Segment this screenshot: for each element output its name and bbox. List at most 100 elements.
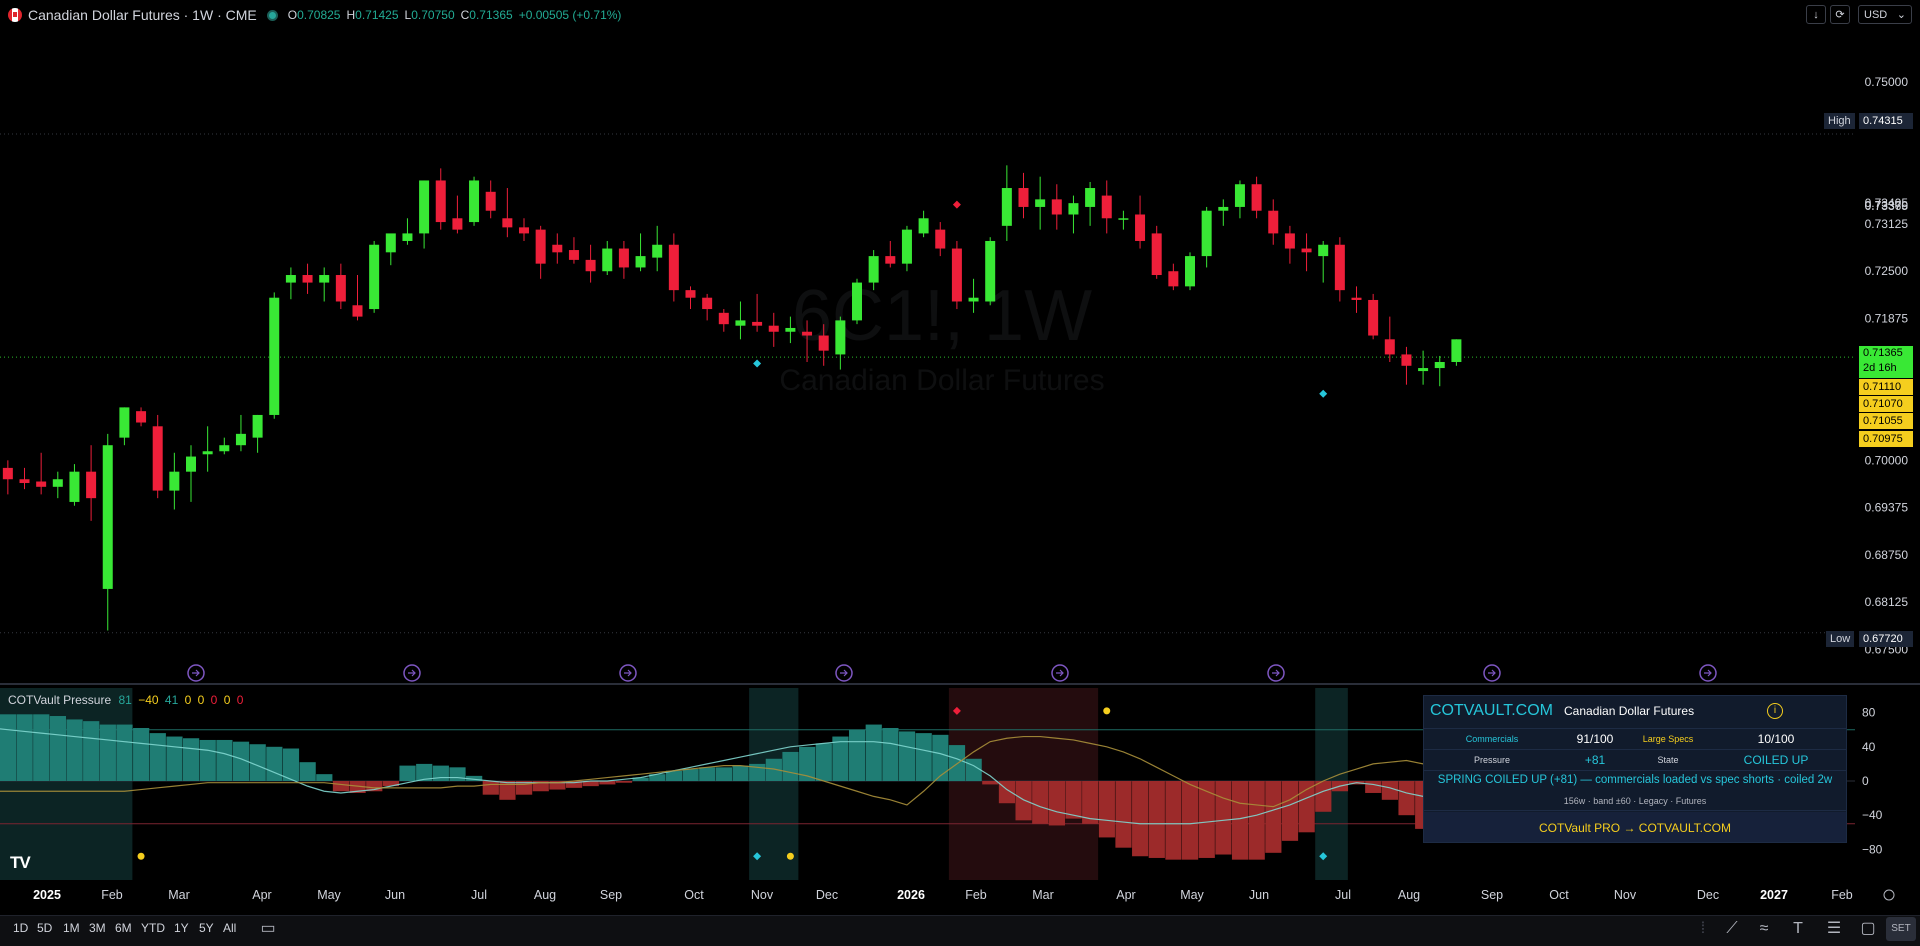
histogram-bar — [948, 745, 966, 781]
trendline-icon[interactable]: ⟋ — [1720, 917, 1744, 941]
candle[interactable] — [951, 240, 962, 310]
histogram-bar — [1298, 781, 1315, 833]
time-axis-label: Oct — [1549, 888, 1569, 902]
pressure-value: +81 — [1584, 753, 1606, 767]
price-axis-label: 0.75000 — [1865, 75, 1909, 89]
commercials-value: 91/100 — [1576, 732, 1614, 746]
time-axis-label: Aug — [1398, 888, 1420, 902]
legend-value: 0 — [197, 693, 205, 707]
text-icon[interactable]: T — [1786, 917, 1810, 941]
rectangle-icon[interactable]: ▢ — [1856, 917, 1880, 941]
histogram-bar — [715, 767, 732, 781]
candle-body — [1434, 362, 1445, 369]
dots-icon[interactable]: ⁞ — [1691, 917, 1715, 941]
candle[interactable] — [1368, 293, 1379, 340]
candle[interactable] — [1185, 252, 1195, 291]
time-axis-label: Aug — [534, 888, 556, 902]
candle[interactable] — [1151, 225, 1162, 279]
candle-body — [186, 456, 196, 472]
histogram-bar — [898, 731, 916, 781]
histogram-bar — [982, 781, 999, 785]
candle[interactable] — [985, 237, 996, 306]
indicator-axis-label: 80 — [1862, 706, 1876, 720]
histogram-bar — [1132, 781, 1149, 857]
range-button-1d[interactable]: 1D — [13, 921, 28, 935]
candle[interactable] — [1451, 339, 1462, 366]
range-button-all[interactable]: All — [223, 921, 236, 935]
info-icon[interactable]: i — [1767, 703, 1783, 719]
range-button-3m[interactable]: 3M — [89, 921, 106, 935]
price-axis-label: 0.70000 — [1865, 453, 1909, 467]
high-label-badge: High — [1824, 113, 1855, 129]
currency-select[interactable]: USD ⌄ — [1858, 5, 1912, 24]
candle-body — [985, 240, 996, 302]
time-axis-label: Feb — [965, 888, 987, 902]
price-axis-label: 0.73365 — [1865, 199, 1909, 213]
cot-site-title[interactable]: COTVAULT.COM — [1430, 702, 1553, 720]
range-button-5y[interactable]: 5Y — [199, 921, 214, 935]
candle-body — [868, 256, 879, 283]
time-axis-label: 2026 — [897, 888, 925, 902]
candle-body — [901, 229, 912, 264]
indicator-axis-label: 40 — [1862, 740, 1876, 754]
histogram-bar — [932, 734, 949, 781]
histogram-bar — [16, 714, 33, 781]
candle-body — [1051, 199, 1062, 215]
fib-icon[interactable]: ≈ — [1752, 917, 1776, 941]
time-axis-label: Jun — [385, 888, 405, 902]
candle-body — [585, 259, 596, 272]
cot-instrument: Canadian Dollar Futures — [1564, 704, 1695, 718]
candle-body — [519, 227, 529, 234]
price-axis-label: 0.73125 — [1865, 217, 1909, 231]
set-button[interactable]: SET — [1886, 917, 1916, 941]
candle[interactable] — [852, 278, 862, 325]
symbol-title[interactable]: Canadian Dollar Futures · 1W · CME — [28, 7, 257, 23]
candle-body — [1218, 206, 1229, 211]
histogram-bar — [1165, 781, 1182, 860]
candle-body — [1085, 188, 1096, 207]
range-button-1m[interactable]: 1M — [63, 921, 80, 935]
range-button-6m[interactable]: 6M — [115, 921, 132, 935]
candle[interactable] — [369, 240, 380, 313]
candle[interactable] — [269, 292, 280, 419]
histogram-bar — [1215, 781, 1232, 855]
candle-body — [335, 275, 346, 302]
candle-body — [968, 297, 979, 302]
candle[interactable] — [469, 176, 480, 226]
chevron-down-icon: ⌄ — [1896, 9, 1906, 21]
market-status-icon[interactable] — [266, 9, 278, 21]
histogram-bar — [1381, 781, 1398, 800]
candle-body — [369, 244, 380, 310]
histogram-bar — [133, 727, 150, 781]
price-axis-label: 0.72500 — [1865, 264, 1909, 278]
indicator-axis-label: −40 — [1862, 808, 1883, 822]
candle-body — [885, 256, 896, 264]
signal-dot — [1103, 707, 1111, 715]
cot-promo-link[interactable]: COTVault PRO → COTVAULT.COM — [1424, 821, 1846, 835]
lines-icon[interactable]: ☰ — [1822, 917, 1846, 941]
histogram-bar — [249, 744, 266, 781]
range-button-1y[interactable]: 1Y — [174, 921, 189, 935]
ohlc-close: C0.71365 — [460, 8, 513, 22]
range-button-ytd[interactable]: YTD — [141, 921, 165, 935]
candle-body — [252, 414, 263, 438]
candle-body — [1018, 188, 1029, 207]
commercials-label: Commercials — [1465, 734, 1519, 744]
time-axis-label: Feb — [101, 888, 123, 902]
histogram-bar — [1315, 781, 1332, 812]
range-button-5d[interactable]: 5D — [37, 921, 52, 935]
screenshot-icon[interactable]: ⟳ — [1830, 5, 1850, 24]
arrow-down-icon[interactable]: ↓ — [1806, 5, 1826, 24]
calendar-icon[interactable]: ▭ — [256, 917, 280, 941]
ohlc-open: O0.70825 — [287, 8, 341, 22]
state-value: COILED UP — [1743, 753, 1809, 767]
candle-body — [1234, 184, 1245, 207]
histogram-bar — [1148, 781, 1165, 858]
time-axis-label: Apr — [252, 888, 271, 902]
candle[interactable] — [152, 414, 163, 499]
histogram-bar — [782, 751, 799, 781]
candle-body — [1401, 354, 1412, 366]
indicator-legend[interactable]: COTVault Pressure 81 −40 41 0 0 0 0 0 — [8, 693, 243, 707]
tradingview-logo[interactable]: TV — [10, 853, 31, 873]
histogram-bar — [1265, 781, 1282, 853]
